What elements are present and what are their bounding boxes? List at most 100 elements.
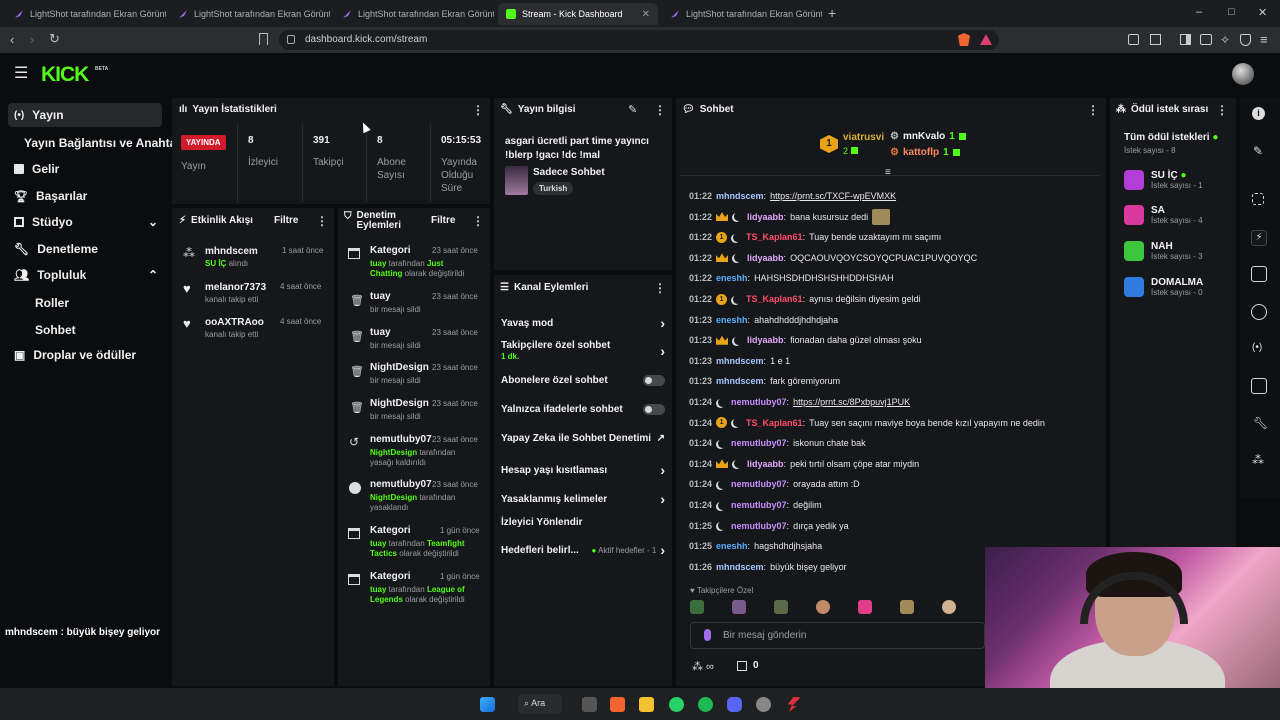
spotify-icon[interactable] <box>698 697 713 712</box>
sidebar-item-denetleme[interactable]: 🔧︎ Denetleme <box>8 237 162 261</box>
streaminfo-menu-icon[interactable]: ⋮ <box>654 103 666 117</box>
sidebar-item-sohbet[interactable]: Sohbet <box>35 323 76 337</box>
sidebar-item-droplar[interactable]: ▣ Droplar ve ödüller <box>8 343 162 367</box>
sidebar-toggle-icon[interactable] <box>1180 34 1191 45</box>
obs-icon[interactable] <box>756 697 771 712</box>
reward-item[interactable]: DOMALMA İstek sayısı - 0 <box>1124 277 1203 297</box>
task-view-icon[interactable] <box>582 697 597 712</box>
chat-username[interactable]: nemutluby07 <box>731 521 787 531</box>
browser-tab[interactable]: LightShot tarafından Ekran Görüntüsü <box>6 3 166 25</box>
chat-link[interactable]: https://prnt.sc/TXCF-wpEVMXK <box>770 191 896 201</box>
broadcast-icon[interactable]: (•) <box>1252 342 1262 353</box>
windows-start-icon[interactable] <box>480 697 495 712</box>
reward-queue-menu-icon[interactable]: ⋮ <box>1216 103 1228 117</box>
subscribers-only-toggle[interactable] <box>643 375 665 386</box>
back-arrow-icon[interactable]: ‹ <box>10 33 14 47</box>
bookmark-icon[interactable] <box>259 33 268 45</box>
chat-username[interactable]: nemutluby07 <box>731 438 787 448</box>
reward-item[interactable]: SA İstek sayısı - 4 <box>1124 205 1203 225</box>
top-gifter-2[interactable]: ⚙ mnKvalo 1 <box>890 131 966 142</box>
chat-username[interactable]: TS_Kaplan61 <box>746 418 803 428</box>
forward-arrow-icon[interactable]: › <box>30 33 34 47</box>
channel-actions-menu-icon[interactable]: ⋮ <box>654 281 666 295</box>
chat-username[interactable]: eneshh <box>716 273 748 283</box>
file-explorer-icon[interactable] <box>639 697 654 712</box>
sidebar-item-studyo[interactable]: Stüdyo ⌄ <box>8 210 162 234</box>
banned-words-row[interactable]: Yasaklanmış kelimeler › <box>501 491 665 507</box>
top-gifter-3[interactable]: ⚙ kattoflp 1 <box>890 147 960 158</box>
chat-username[interactable]: eneshh <box>716 541 748 551</box>
chat-bubble-icon[interactable] <box>1251 304 1267 320</box>
sidebar-item-gelir[interactable]: Gelir <box>8 157 162 181</box>
emotes-only-toggle[interactable] <box>643 404 665 415</box>
sidebar-item-roller[interactable]: Roller <box>35 296 69 310</box>
chat-link[interactable]: https://prnt.sc/8Pxbpuvj1PUK <box>793 397 910 407</box>
sidebar-item-basarilar[interactable]: 🏆︎ Başarılar <box>8 184 162 208</box>
maximize-button[interactable]: □ <box>1228 6 1235 18</box>
browser-tab[interactable]: LightShot tarafından Ekran Görüntüsü <box>662 3 822 25</box>
chat-username[interactable]: mhndscem <box>716 356 764 366</box>
profile-avatar[interactable] <box>1232 63 1254 85</box>
lightning-icon[interactable]: ⚡︎ <box>1251 230 1267 246</box>
brave-shield-icon[interactable] <box>958 33 970 46</box>
chat-username[interactable]: eneshh <box>716 315 748 325</box>
microphone-icon[interactable] <box>704 629 711 641</box>
wallet-icon[interactable] <box>1200 34 1212 45</box>
language-tag[interactable]: Turkish <box>533 182 574 195</box>
chat-username[interactable]: nemutluby07 <box>731 397 787 407</box>
chat-username[interactable]: lidyaabb <box>747 212 784 222</box>
emote-icon[interactable] <box>942 600 956 614</box>
chat-username[interactable]: nemutluby07 <box>731 500 787 510</box>
reward-item[interactable]: NAH İstek sayısı - 3 <box>1124 241 1203 261</box>
extensions-icon[interactable] <box>1128 34 1139 45</box>
wrench-icon[interactable]: 🔧︎ <box>1253 416 1268 430</box>
chat-username[interactable]: lidyaabb <box>747 335 784 345</box>
chat-username[interactable]: mhndscem <box>716 191 764 201</box>
whatsapp-icon[interactable] <box>669 697 684 712</box>
kick-logo[interactable]: KICK <box>41 63 89 87</box>
sidebar-item-yayin[interactable]: (•) Yayın <box>8 103 162 127</box>
url-input[interactable]: dashboard.kick.com/stream <box>279 30 999 50</box>
vpn-icon[interactable] <box>1240 34 1251 46</box>
leo-ai-icon[interactable]: ✧ <box>1220 33 1230 47</box>
screenshot-icon[interactable] <box>1150 34 1161 45</box>
sidebar-item-topluluk[interactable]: 👥︎ Topluluk ⌃ <box>8 263 162 287</box>
redirect-viewers-row[interactable]: İzleyici Yönlendir <box>501 517 665 528</box>
edit-pencil-icon[interactable]: ✎ <box>1253 144 1263 158</box>
hamburger-menu-icon[interactable]: ☰ <box>14 66 28 82</box>
discord-icon[interactable] <box>727 697 742 712</box>
record-icon[interactable] <box>1252 193 1264 205</box>
pinned-expand-icon[interactable]: ≡ <box>885 167 891 178</box>
slow-mode-row[interactable]: Yavaş mod › <box>501 315 665 331</box>
ai-moderation-row[interactable]: Yapay Zeka ile Sohbet Denetimi ↗ <box>501 433 665 444</box>
minimize-button[interactable]: – <box>1196 6 1202 18</box>
activity-filter-button[interactable]: Filtre <box>274 215 298 226</box>
browser-tab[interactable]: LightShot tarafından Ekran Görüntüsü <box>170 3 330 25</box>
menu-icon[interactable]: ≡ <box>1260 32 1268 47</box>
modlog-menu-icon[interactable]: ⋮ <box>472 214 484 228</box>
emote-icon[interactable] <box>900 600 914 614</box>
emote-icon[interactable] <box>690 600 704 614</box>
chat-username[interactable]: mhndscem <box>716 562 764 572</box>
emote-icon[interactable] <box>774 600 788 614</box>
chat-username[interactable]: nemutluby07 <box>731 479 787 489</box>
emote-icon[interactable] <box>816 600 830 614</box>
goals-row[interactable]: Hedefleri belirl... ● Aktif hedefler - 1 › <box>501 542 665 558</box>
edit-pencil-icon[interactable]: ✎ <box>628 103 637 116</box>
activity-menu-icon[interactable]: ⋮ <box>316 214 328 228</box>
settings-icon[interactable]: ⁂ ∞ <box>692 660 714 673</box>
stats-menu-icon[interactable]: ⋮ <box>472 103 484 117</box>
category-name[interactable]: Sadece Sohbet <box>533 167 605 178</box>
mod-actions-icon[interactable] <box>1251 378 1267 394</box>
chat-menu-icon[interactable]: ⋮ <box>1087 103 1099 117</box>
emote-icon[interactable] <box>732 600 746 614</box>
chat-username[interactable]: mhndscem <box>716 376 764 386</box>
reward-item[interactable]: SU İÇ ● İstek sayısı - 1 <box>1124 170 1203 190</box>
account-age-row[interactable]: Hesap yaşı kısıtlaması › <box>501 462 665 478</box>
browser-tab[interactable]: LightShot tarafından Ekran Görüntüsü <box>334 3 494 25</box>
chat-message-input[interactable]: Bir mesaj gönderin <box>690 622 985 649</box>
reward-icon[interactable]: ⁂ <box>1252 453 1264 467</box>
chat-username[interactable]: lidyaabb <box>747 253 784 263</box>
new-tab-button[interactable]: + <box>828 5 836 21</box>
sidebar-item-stream-key[interactable]: Yayın Bağlantısı ve Anahtarı <box>24 136 184 150</box>
